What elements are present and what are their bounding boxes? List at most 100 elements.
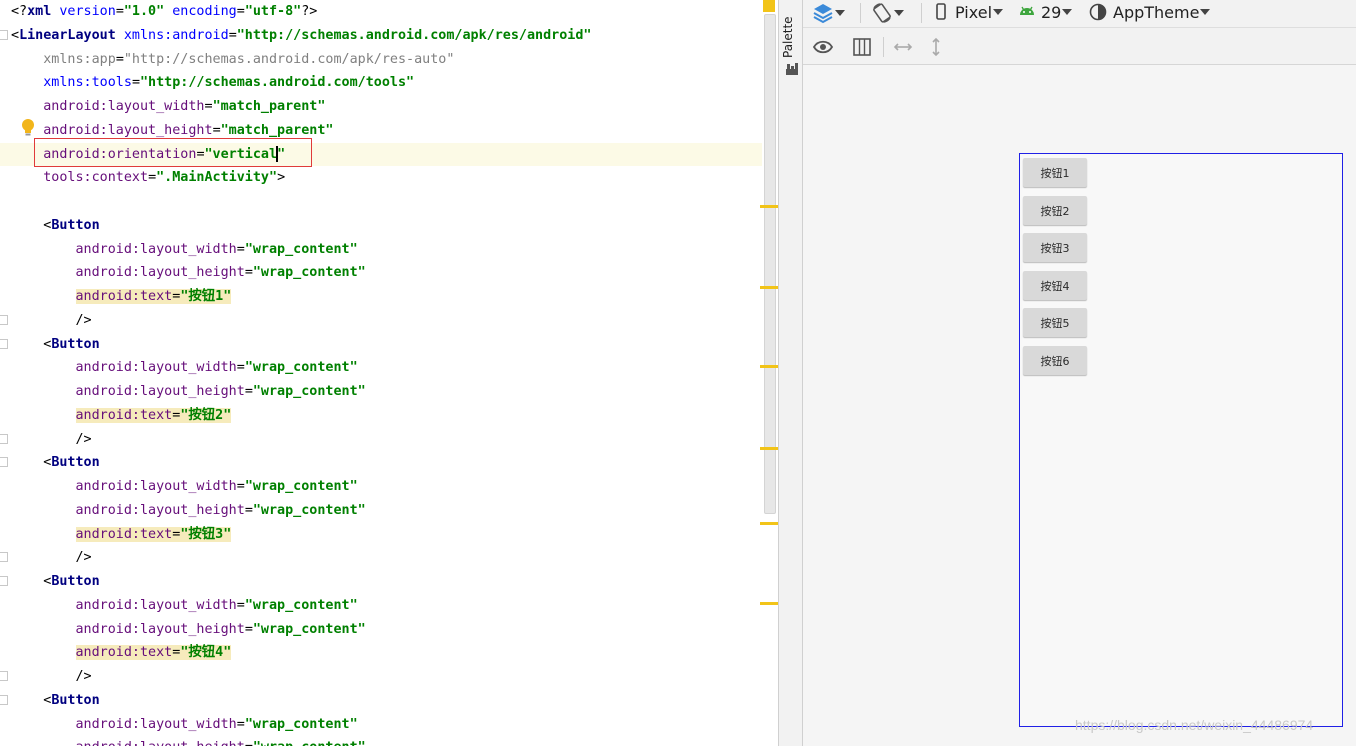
preview-button-3[interactable]: 按钮3 — [1023, 233, 1087, 262]
theme-icon — [1089, 3, 1107, 21]
code-token: android:layout_width — [75, 479, 237, 494]
code-line-text: /> — [11, 550, 91, 565]
code-line[interactable]: <Button — [11, 570, 99, 593]
code-token: = — [245, 740, 253, 746]
code-line[interactable]: android:layout_width="wrap_content" — [11, 475, 358, 498]
code-token: "wrap_content" — [253, 740, 366, 746]
code-line[interactable]: android:layout_width="wrap_content" — [11, 594, 358, 617]
code-line[interactable]: <Button — [11, 689, 99, 712]
code-line[interactable]: <?xml version="1.0" encoding="utf-8"?> — [11, 0, 317, 23]
theme-selector[interactable]: AppTheme — [1088, 0, 1211, 24]
code-line-text: android:text="按钮2" — [11, 407, 232, 423]
code-token: "match_parent" — [212, 99, 326, 114]
scrollbar-thumb[interactable] — [764, 14, 776, 514]
code-line-text: android:layout_width="match_parent" — [11, 99, 325, 114]
preview-button-4[interactable]: 按钮4 — [1023, 271, 1087, 300]
warning-marker[interactable] — [760, 602, 778, 605]
device-selector[interactable]: Pixel — [933, 0, 1004, 24]
code-line[interactable]: xmlns:app="http://schemas.android.com/ap… — [11, 48, 454, 71]
code-editor[interactable]: <?xml version="1.0" encoding="utf-8"?> <L… — [0, 0, 778, 746]
code-line[interactable]: android:layout_width="wrap_content" — [11, 238, 358, 261]
fold-marker[interactable] — [0, 433, 8, 444]
code-line[interactable]: android:layout_width="wrap_content" — [11, 356, 358, 379]
code-line-text: <?xml version="1.0" encoding="utf-8"?> — [11, 4, 317, 19]
code-line[interactable]: <Button — [11, 333, 99, 356]
code-line[interactable]: android:layout_height="wrap_content" — [11, 380, 366, 403]
preview-button-5[interactable]: 按钮5 — [1023, 308, 1087, 337]
code-line[interactable]: /> — [11, 428, 91, 451]
code-line[interactable]: /> — [11, 309, 91, 332]
code-token: ".MainActivity" — [156, 170, 278, 186]
expand-vertical-button[interactable] — [925, 35, 947, 59]
code-line[interactable]: android:layout_width="match_parent" — [11, 95, 325, 118]
lightbulb-icon[interactable] — [20, 118, 36, 138]
code-line[interactable]: /> — [11, 665, 91, 688]
design-surface-button[interactable] — [812, 1, 845, 25]
code-line[interactable]: <Button — [11, 214, 99, 237]
code-line[interactable]: android:layout_height="wrap_content" — [11, 618, 366, 641]
code-line[interactable]: tools:context=".MainActivity"> — [11, 166, 285, 189]
code-token: = — [244, 621, 253, 637]
orientation-button[interactable] — [871, 1, 904, 25]
code-line[interactable]: android:text="按钮4" — [11, 641, 232, 664]
preview-button-6[interactable]: 按钮6 — [1023, 346, 1087, 375]
palette-label[interactable]: Palette — [781, 16, 795, 58]
code-line[interactable]: android:layout_height="wrap_content" — [11, 499, 366, 522]
expand-horizontal-button[interactable] — [892, 35, 914, 59]
fold-marker[interactable] — [0, 576, 8, 586]
code-line[interactable]: xmlns:tools="http://schemas.android.com/… — [11, 71, 414, 94]
device-preview[interactable]: 按钮1 按钮2 按钮3 按钮4 按钮5 按钮6 — [1019, 153, 1343, 727]
code-line-text: android:layout_height="wrap_content" — [11, 740, 366, 746]
code-token: android:text — [75, 645, 173, 661]
code-line[interactable]: android:layout_width="wrap_content" — [11, 713, 358, 736]
warning-marker[interactable] — [760, 205, 778, 208]
palette-tab[interactable]: Palette — [778, 0, 803, 746]
fold-marker[interactable] — [0, 671, 8, 681]
blueprint-toggle[interactable] — [851, 35, 873, 59]
code-line[interactable]: <LinearLayout xmlns:android="http://sche… — [11, 24, 591, 47]
preview-button-1[interactable]: 按钮1 — [1023, 158, 1087, 187]
fold-marker[interactable] — [0, 338, 8, 349]
warning-marker[interactable] — [760, 365, 778, 368]
code-line-text: tools:context=".MainActivity"> — [11, 170, 285, 185]
palette-icon[interactable] — [785, 62, 799, 76]
fold-marker[interactable] — [0, 552, 8, 563]
code-line[interactable]: android:text="按钮3" — [11, 523, 232, 546]
api-level-selector[interactable]: 29 — [1018, 0, 1073, 24]
warning-marker[interactable] — [763, 0, 775, 12]
code-token: "utf-8" — [244, 4, 302, 19]
warning-marker[interactable] — [760, 447, 778, 450]
code-line-text: <Button — [11, 455, 99, 470]
fold-marker[interactable] — [0, 457, 8, 468]
code-token: = — [204, 99, 213, 114]
expand-vertical-icon — [932, 37, 940, 57]
code-line[interactable]: /> — [11, 546, 91, 569]
code-line[interactable]: <Button — [11, 451, 99, 474]
code-line-text: /> — [11, 432, 91, 447]
code-line[interactable]: android:layout_height="wrap_content" — [11, 736, 366, 746]
code-line[interactable]: android:text="按钮2" — [11, 404, 232, 427]
fold-marker[interactable] — [0, 694, 8, 705]
fold-marker[interactable] — [0, 29, 8, 40]
warning-marker[interactable] — [760, 522, 778, 525]
code-line[interactable]: android:text="按钮1" — [11, 285, 232, 308]
code-line[interactable]: android:layout_height="wrap_content" — [11, 261, 366, 284]
fold-marker[interactable] — [0, 314, 8, 325]
code-line-text: xmlns:tools="http://schemas.android.com/… — [11, 75, 414, 90]
code-line-text: /> — [11, 669, 91, 684]
layers-icon — [813, 4, 833, 24]
view-options-button[interactable] — [812, 35, 834, 59]
warning-marker[interactable] — [760, 286, 778, 289]
code-token: = — [131, 75, 140, 91]
search-highlight: android:text="按钮4" — [75, 645, 232, 661]
preview-button-2[interactable]: 按钮2 — [1023, 196, 1087, 225]
code-token: < — [11, 336, 52, 352]
code-token: = — [228, 27, 237, 43]
device-label: Pixel — [955, 2, 993, 22]
code-line-text: android:text="按钮1" — [11, 289, 232, 304]
